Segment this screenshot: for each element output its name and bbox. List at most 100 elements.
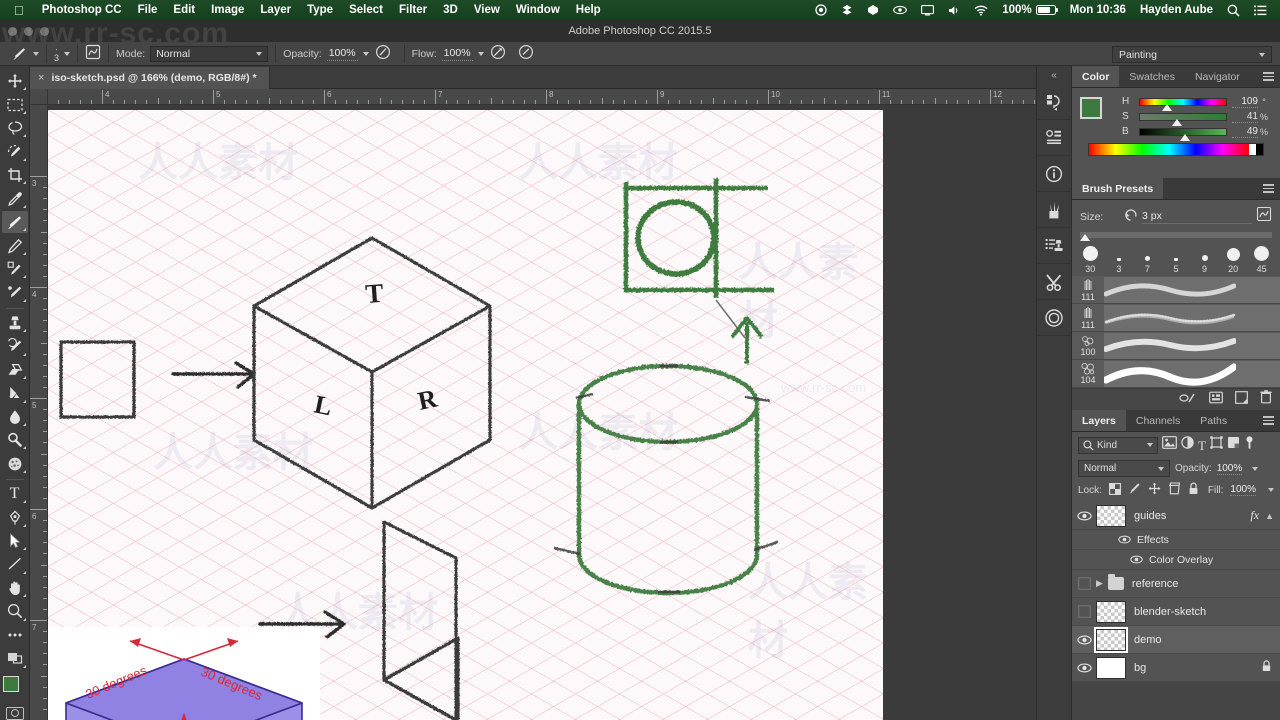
lock-all-icon[interactable] (1188, 482, 1199, 498)
table-row[interactable]: demo (1072, 626, 1280, 654)
brush-tool-icon[interactable] (10, 45, 28, 63)
layer-group-folder-icon[interactable] (1107, 574, 1124, 590)
history-icon[interactable] (1036, 84, 1072, 120)
line-tool[interactable] (2, 553, 28, 575)
layer-fill-caret[interactable] (1268, 488, 1274, 492)
eye-icon[interactable] (1072, 663, 1096, 673)
hue-slider-thumb[interactable] (1162, 103, 1172, 111)
user-name-label[interactable]: Hayden Aube (1133, 4, 1220, 16)
collapse-panels-icon[interactable]: « (1036, 66, 1072, 84)
layer-name[interactable]: reference (1132, 578, 1280, 590)
tab-color[interactable]: Color (1072, 66, 1120, 87)
filter-shape-icon[interactable] (1210, 436, 1223, 454)
search-icon[interactable] (1220, 4, 1247, 17)
close-window-button[interactable] (8, 26, 17, 36)
brush-tool[interactable] (1, 210, 28, 234)
horizontal-ruler[interactable]: 4 5 6 7 8 9 10 11 12 (48, 89, 1036, 105)
apple-icon[interactable]:  (14, 3, 24, 18)
filter-pixel-icon[interactable] (1162, 436, 1177, 454)
lock-transparency-icon[interactable] (1108, 482, 1121, 498)
layer-thumbnail[interactable] (1094, 626, 1128, 653)
brush-size-slider[interactable] (1080, 232, 1272, 241)
menu-item-type[interactable]: Type (299, 4, 341, 16)
foreground-color-swatch[interactable] (2, 675, 19, 692)
document-tab[interactable]: × iso-sketch.psd @ 166% (demo, RGB/8#) * (30, 67, 270, 89)
layer-effects-label[interactable]: Effects (1137, 534, 1169, 546)
chevron-right-icon[interactable]: ▶ (1096, 578, 1103, 589)
menu-item-select[interactable]: Select (341, 4, 391, 16)
lock-artboard-icon[interactable] (1168, 482, 1181, 498)
layer-effects-badge[interactable]: fx (1250, 508, 1259, 523)
brush-preset-row[interactable]: 100 (1072, 332, 1280, 360)
eye-icon[interactable] (1130, 551, 1143, 569)
brush-preset-row[interactable]: 104 (1072, 360, 1280, 388)
foreground-color-swatch[interactable] (1080, 97, 1102, 119)
layer-opacity-caret[interactable] (1252, 466, 1259, 471)
dropbox-icon[interactable] (834, 4, 860, 16)
airbrush-icon[interactable] (490, 44, 506, 63)
tab-navigator[interactable]: Navigator (1185, 66, 1250, 87)
lock-position-icon[interactable] (1148, 482, 1161, 498)
tab-swatches[interactable]: Swatches (1119, 66, 1185, 87)
brush-tip[interactable]: 20 (1220, 248, 1246, 274)
eye-toggle-off[interactable] (1072, 577, 1096, 590)
tab-paths[interactable]: Paths (1190, 410, 1237, 431)
notification-center-icon[interactable] (1247, 4, 1274, 16)
color-panel-swatches[interactable] (1080, 97, 1114, 131)
delete-preset-icon[interactable] (1260, 390, 1272, 409)
pressure-opacity-icon[interactable] (375, 44, 391, 63)
box-icon[interactable] (860, 4, 886, 16)
quick-selection-tool[interactable] (2, 140, 28, 162)
tab-channels[interactable]: Channels (1126, 410, 1190, 431)
marquee-tool[interactable] (2, 93, 28, 115)
crop-tool[interactable] (2, 164, 28, 186)
lock-image-icon[interactable] (1128, 482, 1141, 498)
brush-size-indicator[interactable]: · 3 (54, 44, 59, 63)
actions-icon[interactable] (1036, 120, 1072, 156)
brush-panel-toggle-icon[interactable] (1256, 206, 1272, 227)
ruler-corner[interactable] (30, 89, 48, 105)
history-brush-tool[interactable] (2, 335, 28, 357)
lasso-tool[interactable] (2, 117, 28, 139)
table-row[interactable]: blender-sketch (1072, 598, 1280, 626)
layer-filter-kind-select[interactable]: Kind (1078, 436, 1158, 454)
brightness-slider[interactable] (1139, 127, 1227, 141)
table-row[interactable]: guides fx ▲ (1072, 502, 1280, 530)
flow-input[interactable]: 100% (441, 47, 473, 61)
volume-icon[interactable] (941, 5, 967, 16)
blur-tool[interactable] (2, 406, 28, 428)
new-preset-icon[interactable] (1235, 390, 1248, 409)
zoom-tool[interactable] (2, 600, 28, 622)
hand-tool[interactable] (2, 577, 28, 599)
menu-item-help[interactable]: Help (568, 4, 609, 16)
opacity-input[interactable]: 100% (326, 47, 358, 61)
panel-menu-icon[interactable] (1263, 416, 1274, 427)
layer-effect-name[interactable]: Color Overlay (1149, 554, 1213, 566)
flow-slider-caret[interactable] (477, 51, 484, 56)
menu-item-layer[interactable]: Layer (252, 4, 299, 16)
info-icon[interactable] (1036, 156, 1072, 192)
layer-blend-mode-select[interactable]: Normal (1078, 460, 1170, 477)
record-icon[interactable] (808, 4, 834, 16)
brush-tip[interactable]: 5 (1163, 258, 1189, 274)
layer-name[interactable]: demo (1134, 634, 1280, 646)
creative-cloud-icon[interactable] (1036, 300, 1072, 336)
eye-icon[interactable] (1118, 531, 1131, 549)
filter-smart-icon[interactable] (1227, 436, 1240, 454)
move-tool[interactable] (2, 70, 28, 92)
path-selection-tool[interactable] (2, 530, 28, 552)
menu-item-photoshop[interactable]: Photoshop CC (34, 4, 130, 16)
eye-icon[interactable] (886, 5, 914, 15)
tab-layers[interactable]: Layers (1072, 410, 1126, 431)
close-icon[interactable]: × (38, 72, 44, 84)
toggle-brush-settings-icon[interactable] (1179, 391, 1197, 409)
brush-tip[interactable]: 3 (1106, 258, 1132, 274)
brush-size-input[interactable]: 3 px (1142, 210, 1252, 224)
screen-mode-tool[interactable] (2, 647, 28, 669)
layer-name[interactable]: bg (1134, 662, 1261, 674)
menu-item-file[interactable]: File (130, 4, 166, 16)
battery-status[interactable]: 100% (995, 4, 1062, 16)
brush-size-slider-thumb[interactable] (1080, 234, 1090, 241)
eyedropper-tool[interactable] (2, 187, 28, 209)
panel-menu-icon[interactable] (1263, 184, 1274, 195)
